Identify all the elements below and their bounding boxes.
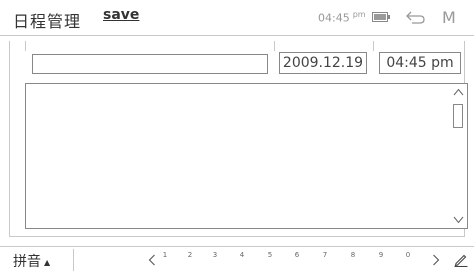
save-button[interactable]: save — [103, 7, 139, 23]
panel-divider-tick — [373, 41, 374, 51]
clock-time: 04:45 — [318, 11, 350, 25]
ime-candidate[interactable]: 9 — [376, 251, 386, 259]
ime-candidate[interactable]: 1 — [160, 251, 170, 259]
battery-icon — [372, 12, 390, 22]
schedule-body-textarea[interactable] — [25, 83, 468, 229]
chevron-right-icon[interactable] — [432, 254, 440, 266]
ime-candidate[interactable]: 5 — [265, 251, 275, 259]
ime-candidate[interactable]: 6 — [292, 251, 302, 259]
triangle-up-icon: ▲ — [44, 257, 51, 267]
clock-ampm: pm — [352, 10, 366, 19]
ime-mode-label: 拼音 — [13, 254, 41, 270]
date-field[interactable]: 2009.12.19 — [279, 52, 367, 74]
ime-bar — [0, 246, 474, 272]
chevron-left-icon[interactable] — [148, 254, 156, 266]
panel-divider-tick — [25, 41, 26, 51]
ime-candidate[interactable]: 7 — [320, 251, 330, 259]
app-title: 日程管理 — [13, 12, 82, 31]
ime-candidate[interactable]: 3 — [210, 251, 220, 259]
status-clock: 04:45 pm — [318, 10, 366, 25]
time-field[interactable]: 04:45 pm — [379, 52, 461, 74]
menu-button[interactable]: M — [442, 8, 456, 27]
ime-candidate[interactable]: 2 — [185, 251, 195, 259]
ime-mode-button[interactable]: 拼音 ▲ — [13, 251, 50, 271]
chevron-up-icon[interactable] — [453, 88, 464, 96]
ime-divider — [73, 249, 74, 271]
chevron-down-icon[interactable] — [453, 216, 464, 224]
pen-icon[interactable] — [454, 254, 468, 267]
panel-divider-tick — [274, 41, 275, 51]
ime-candidate[interactable]: 8 — [348, 251, 358, 259]
back-arrow-icon[interactable] — [405, 9, 427, 25]
scrollbar-thumb[interactable] — [453, 104, 463, 128]
schedule-title-input[interactable] — [32, 54, 268, 74]
ime-candidate[interactable]: 0 — [403, 251, 413, 259]
ime-candidate[interactable]: 4 — [237, 251, 247, 259]
